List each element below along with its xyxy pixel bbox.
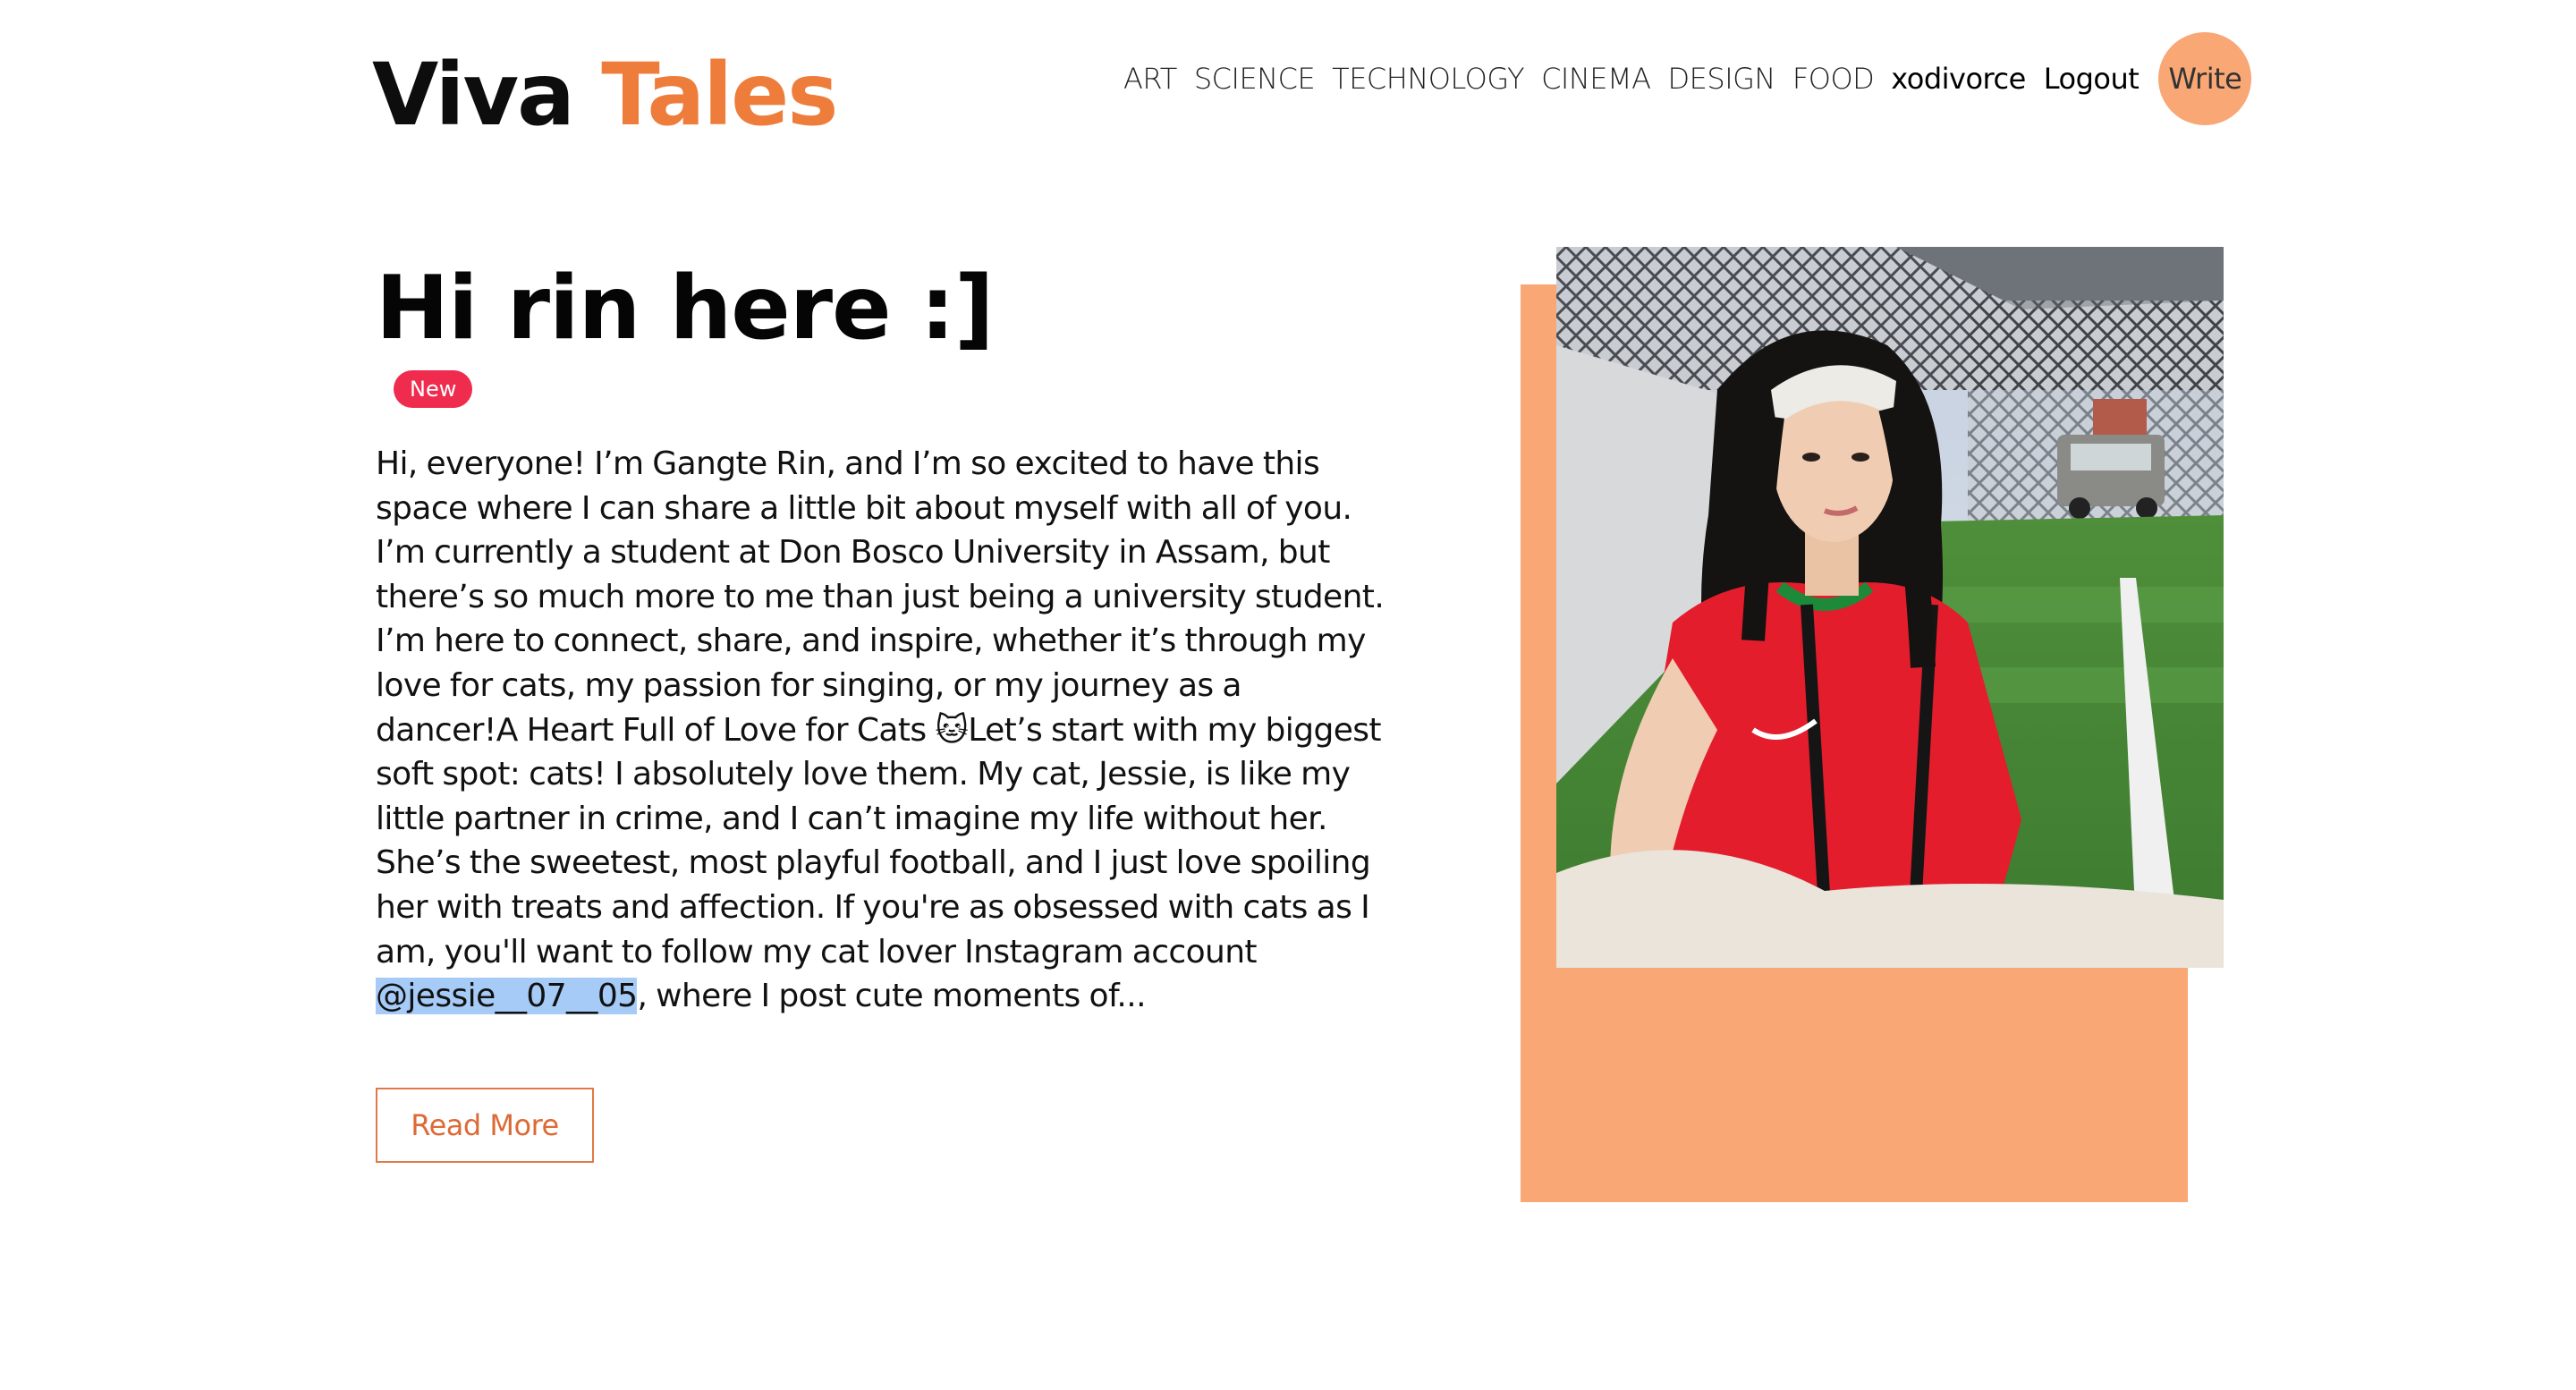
post-excerpt: Hi, everyone! I’m Gangte Rin, and I’m so… <box>376 442 1386 1019</box>
nav-link-food[interactable]: FOOD <box>1792 62 1875 96</box>
write-button[interactable]: Write <box>2158 32 2252 125</box>
new-badge: New <box>394 370 473 408</box>
post-excerpt-tail: , where I post cute moments of... <box>637 978 1146 1015</box>
nav-link-technology[interactable]: TECHNOLOGY <box>1332 62 1524 96</box>
read-more-button[interactable]: Read More <box>376 1088 594 1163</box>
post-title[interactable]: Hi rin here :] <box>376 259 995 358</box>
instagram-mention[interactable]: @jessie__07__05 <box>376 978 638 1015</box>
post-image[interactable] <box>1556 247 2224 968</box>
nav-link-cinema[interactable]: CINEMA <box>1541 62 1651 96</box>
nav-username[interactable]: xodivorce <box>1891 62 2026 96</box>
nav-link-art[interactable]: ART <box>1123 62 1177 96</box>
logo-tales: Tales <box>601 45 838 145</box>
site-logo[interactable]: Viva Tales <box>372 41 838 148</box>
page: Viva Tales ART SCIENCE TECHNOLOGY CINEMA… <box>0 0 2576 1390</box>
post-excerpt-text: Hi, everyone! I’m Gangte Rin, and I’m so… <box>376 445 1385 970</box>
nav-link-design[interactable]: DESIGN <box>1668 62 1776 96</box>
logout-link[interactable]: Logout <box>2044 62 2140 96</box>
main-nav: ART SCIENCE TECHNOLOGY CINEMA DESIGN FOO… <box>1123 32 2252 125</box>
logo-viva: Viva <box>372 45 575 145</box>
nav-link-science[interactable]: SCIENCE <box>1194 62 1316 96</box>
